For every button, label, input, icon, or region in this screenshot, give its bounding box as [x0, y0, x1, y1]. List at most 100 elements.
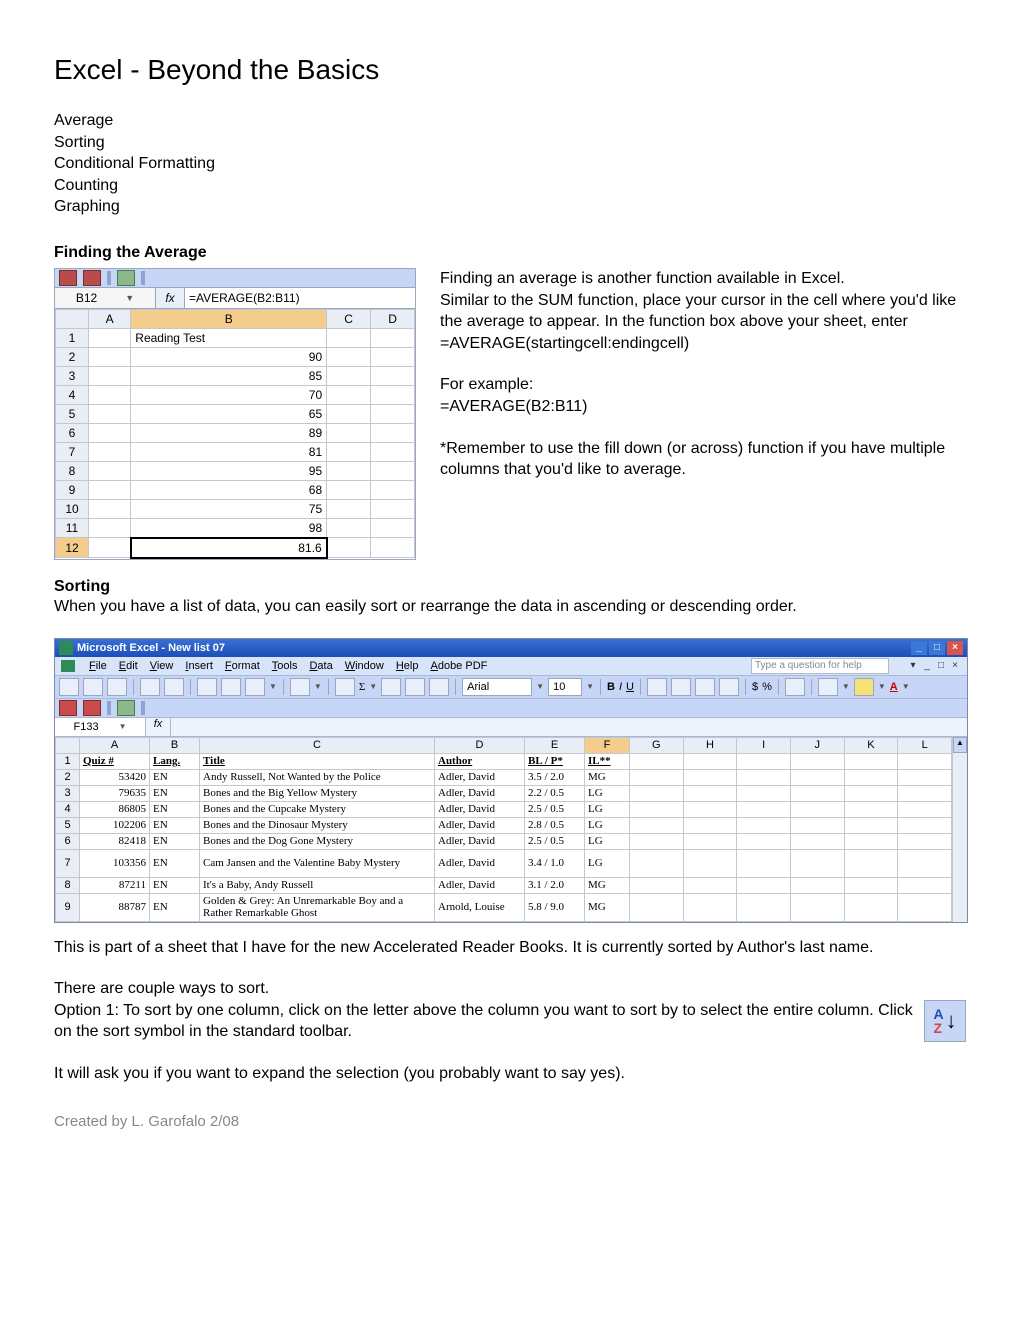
cell[interactable] — [89, 385, 131, 404]
cell[interactable] — [737, 833, 791, 849]
cell[interactable]: 68 — [131, 480, 327, 499]
cell[interactable] — [683, 769, 737, 785]
cell[interactable] — [790, 801, 844, 817]
cell[interactable]: Adler, David — [435, 801, 525, 817]
cell[interactable] — [89, 461, 131, 480]
cell[interactable] — [89, 366, 131, 385]
cell[interactable] — [630, 753, 684, 769]
cell[interactable] — [371, 404, 415, 423]
maximize-button[interactable]: □ — [929, 641, 945, 655]
cell[interactable] — [844, 753, 898, 769]
cell[interactable] — [683, 753, 737, 769]
cell[interactable]: Bones and the Dog Gone Mystery — [200, 833, 435, 849]
cell[interactable]: 2.8 / 0.5 — [525, 817, 585, 833]
cell[interactable]: Bones and the Cupcake Mystery — [200, 801, 435, 817]
cell[interactable] — [683, 833, 737, 849]
undo-icon[interactable] — [290, 678, 310, 696]
cell[interactable] — [737, 769, 791, 785]
align-center-icon[interactable] — [671, 678, 691, 696]
pdf-icon[interactable] — [83, 270, 101, 286]
menu-item[interactable]: Window — [345, 660, 384, 672]
cell[interactable] — [89, 499, 131, 518]
mail-icon[interactable] — [117, 700, 135, 716]
cell[interactable]: LG — [585, 833, 630, 849]
cell[interactable] — [844, 849, 898, 877]
cell[interactable]: 70 — [131, 385, 327, 404]
col-header[interactable]: D — [435, 737, 525, 753]
chart-icon[interactable] — [405, 678, 425, 696]
cell[interactable] — [327, 442, 371, 461]
fill-color-icon[interactable] — [854, 678, 874, 696]
row-header[interactable]: 3 — [56, 366, 89, 385]
row-header[interactable]: 2 — [56, 769, 80, 785]
cell[interactable] — [737, 817, 791, 833]
cell[interactable] — [327, 538, 371, 558]
cell[interactable]: EN — [150, 785, 200, 801]
row-header[interactable]: 2 — [56, 347, 89, 366]
cell[interactable] — [371, 461, 415, 480]
chevron-down-icon[interactable]: ▼ — [586, 682, 594, 691]
percent-button[interactable]: % — [762, 681, 772, 693]
bold-button[interactable]: B — [607, 681, 615, 693]
row-header[interactable]: 1 — [56, 753, 80, 769]
cell[interactable] — [630, 785, 684, 801]
fx-button[interactable]: fx — [146, 718, 171, 736]
col-header[interactable]: B — [131, 309, 327, 328]
menu-item[interactable]: Tools — [272, 660, 298, 672]
cell[interactable] — [683, 893, 737, 921]
cell[interactable]: EN — [150, 833, 200, 849]
cell[interactable]: Golden & Grey: An Unremarkable Boy and a… — [200, 893, 435, 921]
cell[interactable]: Adler, David — [435, 769, 525, 785]
menu-item[interactable]: Data — [309, 660, 332, 672]
cell[interactable]: EN — [150, 849, 200, 877]
cell[interactable]: Bones and the Big Yellow Mystery — [200, 785, 435, 801]
copy-icon[interactable] — [221, 678, 241, 696]
chevron-down-icon[interactable]: ▼ — [125, 293, 134, 303]
cell[interactable]: 87211 — [80, 877, 150, 893]
italic-button[interactable]: I — [619, 681, 622, 693]
menu-item[interactable]: File — [89, 660, 107, 672]
cell[interactable] — [89, 404, 131, 423]
cell[interactable] — [790, 877, 844, 893]
align-left-icon[interactable] — [647, 678, 667, 696]
col-header[interactable]: G — [630, 737, 684, 753]
cell[interactable]: 90 — [131, 347, 327, 366]
cell[interactable]: EN — [150, 769, 200, 785]
col-header[interactable]: B — [150, 737, 200, 753]
help-icon[interactable] — [429, 678, 449, 696]
mdi-restore-button[interactable]: □ — [935, 660, 947, 672]
row-header[interactable]: 11 — [56, 518, 89, 538]
cell[interactable]: Lang. — [150, 753, 200, 769]
cell[interactable] — [89, 347, 131, 366]
row-header[interactable]: 9 — [56, 893, 80, 921]
row-header[interactable]: 7 — [56, 442, 89, 461]
cell[interactable] — [737, 753, 791, 769]
cell[interactable]: 3.5 / 2.0 — [525, 769, 585, 785]
pdf-icon[interactable] — [83, 700, 101, 716]
cell[interactable] — [371, 518, 415, 538]
cell[interactable] — [737, 785, 791, 801]
cell[interactable]: MG — [585, 893, 630, 921]
chevron-down-icon[interactable]: ▼ — [536, 682, 544, 691]
scroll-up-button[interactable]: ▲ — [953, 737, 967, 753]
chevron-down-icon[interactable]: ▼ — [269, 682, 277, 691]
row-header[interactable]: 10 — [56, 499, 89, 518]
row-header[interactable]: 6 — [56, 423, 89, 442]
close-button[interactable]: × — [947, 641, 963, 655]
cell[interactable] — [790, 893, 844, 921]
cell[interactable] — [371, 366, 415, 385]
cell[interactable]: It's a Baby, Andy Russell — [200, 877, 435, 893]
cell[interactable] — [371, 423, 415, 442]
cell[interactable]: LG — [585, 785, 630, 801]
minimize-button[interactable]: _ — [911, 641, 927, 655]
cell[interactable]: 86805 — [80, 801, 150, 817]
cell[interactable]: EN — [150, 801, 200, 817]
print-icon[interactable] — [140, 678, 160, 696]
row-header[interactable]: 5 — [56, 817, 80, 833]
cell[interactable] — [371, 480, 415, 499]
col-header[interactable]: A — [80, 737, 150, 753]
cell[interactable] — [683, 801, 737, 817]
font-name-select[interactable]: Arial — [462, 678, 532, 696]
select-all-cell[interactable] — [56, 309, 89, 328]
cell[interactable]: MG — [585, 877, 630, 893]
